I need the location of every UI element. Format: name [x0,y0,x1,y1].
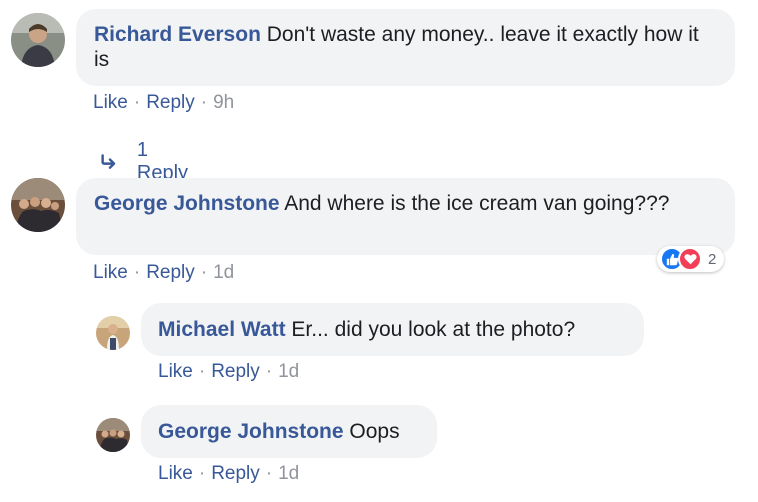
love-reaction-icon [678,247,702,271]
timestamp[interactable]: 1d [278,463,299,484]
reply-actions: Like · Reply · 1d [158,361,299,383]
separator: · [133,92,141,113]
reply-text: Oops [349,420,400,443]
reactions-summary[interactable]: 2 [657,246,725,272]
reply-bubble: Michael Watt Er... did you look at the p… [141,303,644,356]
separator: · [198,463,206,484]
comment-author[interactable]: George Johnstone [94,192,280,215]
reply-bubble: George Johnstone Oops [141,405,437,458]
reply-author[interactable]: Michael Watt [158,318,286,341]
reply-arrow-icon [101,154,116,169]
like-link[interactable]: Like [158,463,193,484]
separator: · [200,92,208,113]
separator: · [265,361,273,382]
comment-author[interactable]: Richard Everson [94,23,261,46]
separator: · [133,262,141,283]
comment-text: And where is the ice cream van going??? [284,192,670,215]
avatar-george-johnstone-small[interactable] [96,418,130,452]
timestamp[interactable]: 1d [278,361,299,382]
reply-link[interactable]: Reply [211,361,260,382]
comment-actions: Like · Reply · 1d [93,262,234,284]
avatar-george-johnstone[interactable] [11,178,65,232]
avatar-richard-everson[interactable] [11,13,65,67]
comment-actions: Like · Reply · 9h [93,92,234,114]
reply-link[interactable]: Reply [211,463,260,484]
reactions-count: 2 [708,250,717,268]
reply-link[interactable]: Reply [146,262,195,283]
reply-actions: Like · Reply · 1d [158,463,299,485]
like-link[interactable]: Like [93,92,128,113]
separator: · [200,262,208,283]
like-link[interactable]: Like [93,262,128,283]
separator: · [265,463,273,484]
reply-text: Er... did you look at the photo? [291,318,576,341]
timestamp[interactable]: 9h [213,92,234,113]
reply-link[interactable]: Reply [146,92,195,113]
comment-bubble: George Johnstone And where is the ice cr… [76,178,735,255]
timestamp[interactable]: 1d [213,262,234,283]
separator: · [198,361,206,382]
avatar-michael-watt[interactable] [96,316,130,350]
reply-author[interactable]: George Johnstone [158,420,344,443]
like-link[interactable]: Like [158,361,193,382]
comment-bubble: Richard Everson Don't waste any money.. … [76,9,735,86]
